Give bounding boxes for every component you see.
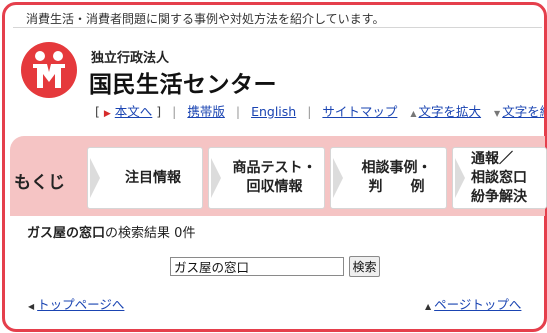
tab-consultation-cases[interactable]: 相談事例・ 判 例: [330, 147, 447, 209]
org-name[interactable]: 国民生活センター: [89, 65, 277, 99]
result-count: 0件: [174, 226, 196, 241]
divider: [13, 27, 542, 28]
result-query: ガス屋の窓口: [27, 226, 106, 241]
search-result-heading: ガス屋の窓口の検索結果 0件: [27, 222, 195, 241]
utility-nav: [ ▶ 本文へ ] | 携帯版 | English | サイトマップ ▲ 文字を拡…: [95, 101, 544, 120]
tab-product-tests[interactable]: 商品テスト・ 回収情報: [208, 147, 325, 209]
tab-label: 注目情報: [125, 169, 181, 186]
org-subtitle: 独立行政法人: [91, 51, 170, 66]
chevron-right-icon: [211, 158, 221, 198]
skip-bracket-open: [: [95, 104, 100, 119]
result-suffix: の検索結果: [105, 226, 171, 241]
search-input[interactable]: [170, 257, 344, 276]
tab-featured[interactable]: 注目情報: [87, 147, 203, 209]
search-button[interactable]: 検索: [349, 256, 380, 277]
mobile-version-link[interactable]: 携帯版: [187, 104, 225, 119]
separator: |: [172, 104, 177, 119]
skip-bracket-close: ]: [156, 104, 162, 119]
chevron-right-icon: [455, 158, 465, 198]
triangle-up-icon: ▲: [425, 302, 432, 311]
tab-label: 商品テスト・ 回収情報: [232, 160, 317, 195]
text-larger-link[interactable]: 文字を拡大: [419, 104, 482, 119]
triangle-left-icon: ◀: [28, 302, 35, 311]
separator: |: [307, 104, 312, 119]
play-icon: ▶: [103, 109, 111, 119]
footer-right: ▲ ページトップへ: [425, 294, 521, 313]
english-link[interactable]: English: [251, 104, 296, 119]
separator: |: [235, 104, 241, 119]
top-page-link[interactable]: トップページへ: [37, 297, 124, 312]
page-top-link[interactable]: ページトップへ: [434, 297, 521, 312]
nav-heading: もくじ: [14, 173, 65, 193]
site-tagline: 消費生活・消費者問題に関する事例や対処方法を紹介しています。: [26, 12, 385, 26]
chevron-right-icon: [90, 158, 100, 198]
footer-left: ◀ トップページへ: [28, 294, 124, 313]
person-logo-icon[interactable]: [21, 42, 77, 98]
triangle-up-icon: ▲: [410, 109, 417, 118]
triangle-down-icon: ▼: [494, 109, 501, 118]
tab-label: 相談事例・ 判 例: [361, 160, 432, 195]
skip-to-content-link[interactable]: 本文へ: [115, 104, 153, 119]
tab-reporting-dispute[interactable]: 通報／ 相談窓口 紛争解決: [452, 147, 547, 209]
tab-label: 通報／ 相談窓口 紛争解決: [471, 150, 527, 205]
text-smaller-link[interactable]: 文字を縮小: [502, 104, 544, 119]
chevron-right-icon: [333, 158, 343, 198]
sitemap-link[interactable]: サイトマップ: [322, 104, 397, 119]
